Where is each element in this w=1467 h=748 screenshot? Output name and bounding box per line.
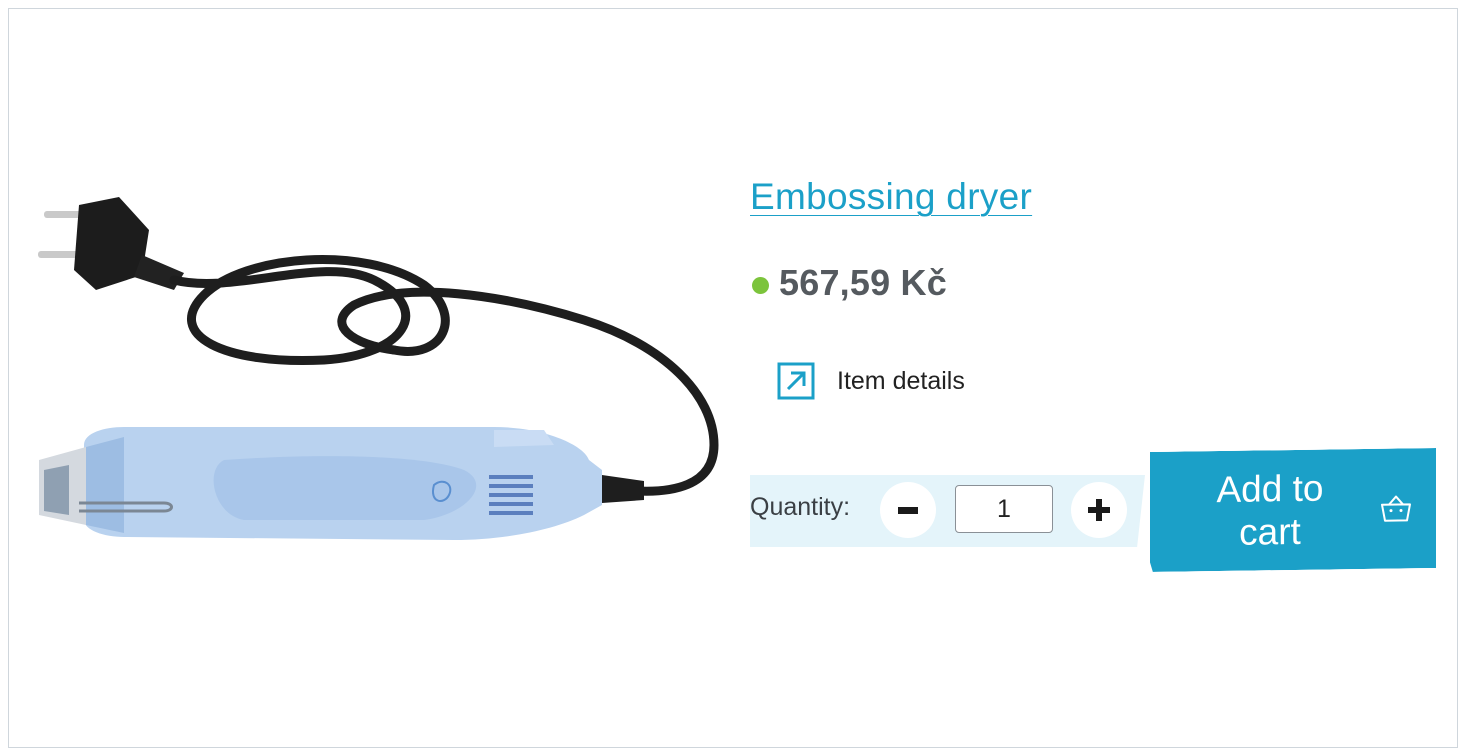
add-to-cart-button[interactable]: Add to cart [1150,448,1436,572]
quantity-decrease-button[interactable] [880,482,936,538]
quantity-increase-button[interactable] [1071,482,1127,538]
product-title-link[interactable]: Embossing dryer [750,176,1032,218]
quantity-label: Quantity: [750,493,851,521]
price-row: 567,59 Kč [752,262,947,304]
minus-icon [898,506,918,514]
item-details-link[interactable]: Item details [777,362,965,400]
product-price: 567,59 Kč [779,262,947,303]
stock-status-dot [752,276,769,294]
add-to-cart-label: Add to cart [1216,467,1324,553]
quantity-input[interactable] [955,485,1053,533]
external-link-icon [777,362,815,400]
item-details-label: Item details [837,366,965,395]
heat-gun-body [39,427,644,540]
product-image[interactable] [24,185,724,575]
plus-icon [1088,499,1110,521]
plug-icon [38,197,184,290]
basket-icon [1380,494,1412,522]
